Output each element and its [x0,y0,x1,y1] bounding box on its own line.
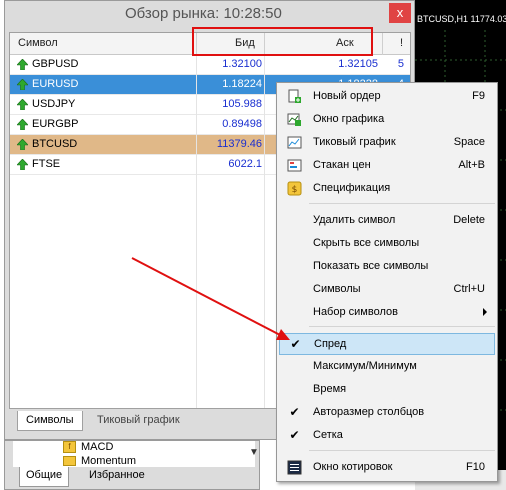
indicator-icon: f [63,441,76,453]
bid-cell: 11379.46 [216,138,262,150]
menu-item-label: Сетка [313,429,343,441]
menu-item-shortcut: Ctrl+U [453,283,485,295]
navigator-item-momentum[interactable]: Momentum [81,455,136,467]
new-order-icon [287,89,302,104]
price-up-arrow-icon [17,159,28,170]
header-symbol[interactable]: Символ [18,37,58,49]
symbol-cell: BTCUSD [32,138,78,150]
menu-item[interactable]: Новый ордер F9 [279,86,495,108]
menu-separator [309,203,495,204]
price-up-arrow-icon [17,139,28,150]
menu-item[interactable]: Время [279,379,495,401]
column-line [264,55,265,408]
menu-item[interactable]: Набор символов [279,302,495,324]
menu-item-shortcut: F9 [472,90,485,102]
menu-item-label: Тиковый график [313,136,396,148]
spread-cell: 5 [397,58,404,70]
symbol-cell: GBPUSD [32,58,79,70]
navigator-tree: f MACD Momentum ▼ [13,441,259,467]
chevron-down-icon[interactable]: ▼ [249,447,259,458]
menu-item-shortcut: F10 [466,461,485,473]
menu-item-shortcut: Delete [453,214,485,226]
menu-item[interactable]: ✔ Авторазмер столбцов [279,402,495,424]
column-line [196,55,197,408]
indicator-icon [63,456,76,466]
price-up-arrow-icon [17,119,28,130]
bid-cell: 6022.1 [228,158,262,170]
ask-cell: 1.32105 [338,58,378,70]
price-up-arrow-icon [17,99,28,110]
depth-of-market-icon [287,158,302,173]
bid-cell: 1.32100 [222,58,262,70]
menu-item-label: Удалить символ [313,214,396,226]
tick-chart-icon [287,135,302,150]
annotation-highlight-box [192,27,373,56]
menu-item-label: Спецификация [313,182,391,194]
menu-item[interactable]: Символы Ctrl+U [279,279,495,301]
checkmark-icon: ✔ [289,405,300,419]
menu-item-label: Окно котировок [313,461,393,473]
price-up-arrow-icon [17,59,28,70]
tab-symbols[interactable]: Символы [17,411,83,431]
bid-cell: 0.89498 [222,118,262,130]
menu-item[interactable]: Показать все символы [279,256,495,278]
symbol-cell: EURGBP [32,118,79,130]
specification-icon: $ [287,181,302,196]
symbol-cell: FTSE [32,158,61,170]
menu-item[interactable]: Окно котировок F10 [279,457,495,479]
menu-item-label: Максимум/Минимум [313,360,417,372]
menu-item-label: Спред [314,338,347,350]
menu-item[interactable]: $ Спецификация [279,178,495,200]
quotes-window-icon [287,460,302,475]
menu-item-label: Набор символов [313,306,398,318]
context-menu: Новый ордер F9 Окно графика Тиковый график S… [276,82,498,482]
menu-separator [309,326,495,327]
menu-item[interactable]: Стакан цен Alt+B [279,155,495,177]
tab-favorites[interactable]: Избранное [83,467,151,487]
checkmark-icon: ✔ [289,428,300,442]
menu-item-label: Новый ордер [313,90,381,102]
window-title: Обзор рынка: 10:28:50 [125,5,282,22]
menu-item-label: Окно графика [313,113,385,125]
tab-general[interactable]: Общие [19,467,70,487]
menu-item-label: Символы [313,283,361,295]
close-button[interactable]: x [389,3,411,23]
menu-item[interactable]: Окно графика [279,109,495,131]
menu-item[interactable]: Удалить символ Delete [279,210,495,232]
bid-cell: 105.988 [222,98,262,110]
chart-title: BTCUSD,H1 11774.03 [417,14,506,24]
navigator-item-macd[interactable]: MACD [81,441,113,453]
menu-item-label: Авторазмер столбцов [313,406,425,418]
screen: BTCUSD,H1 11774.03 Обзор рынка: 10:28:50… [0,0,506,490]
symbol-cell: EURUSD [32,78,79,90]
bid-cell: 1.18224 [222,78,262,90]
menu-item-shortcut: Alt+B [458,159,485,171]
symbol-cell: USDJPY [32,98,76,110]
table-row[interactable]: GBPUSD 1.32100 1.32105 5 [10,55,410,75]
menu-item-shortcut: Space [453,136,485,148]
menu-item-label: Стакан цен [313,159,371,171]
navigator-panel: f MACD Momentum ▼ Общие Избранное [4,440,260,490]
menu-item-label: Время [313,383,347,395]
menu-item[interactable]: Максимум/Минимум [279,356,495,378]
window-title-bar[interactable]: Обзор рынка: 10:28:50 x [5,1,414,29]
checkmark-icon: ✔ [290,337,301,351]
menu-item[interactable]: ✔ Спред [279,333,495,355]
menu-separator [309,450,495,451]
submenu-arrow-icon [483,308,487,316]
menu-item-label: Показать все символы [313,260,429,272]
menu-item[interactable]: Скрыть все символы [279,233,495,255]
header-spread[interactable]: ! [400,37,403,49]
price-up-arrow-icon [17,79,28,90]
svg-text:$: $ [292,185,298,195]
column-divider[interactable] [382,33,383,55]
menu-item[interactable]: ✔ Сетка [279,425,495,447]
menu-item[interactable]: Тиковый график Space [279,132,495,154]
chart-window-icon [287,112,302,127]
tab-tick-chart[interactable]: Тиковый график [89,411,188,431]
menu-item-label: Скрыть все символы [313,237,420,249]
